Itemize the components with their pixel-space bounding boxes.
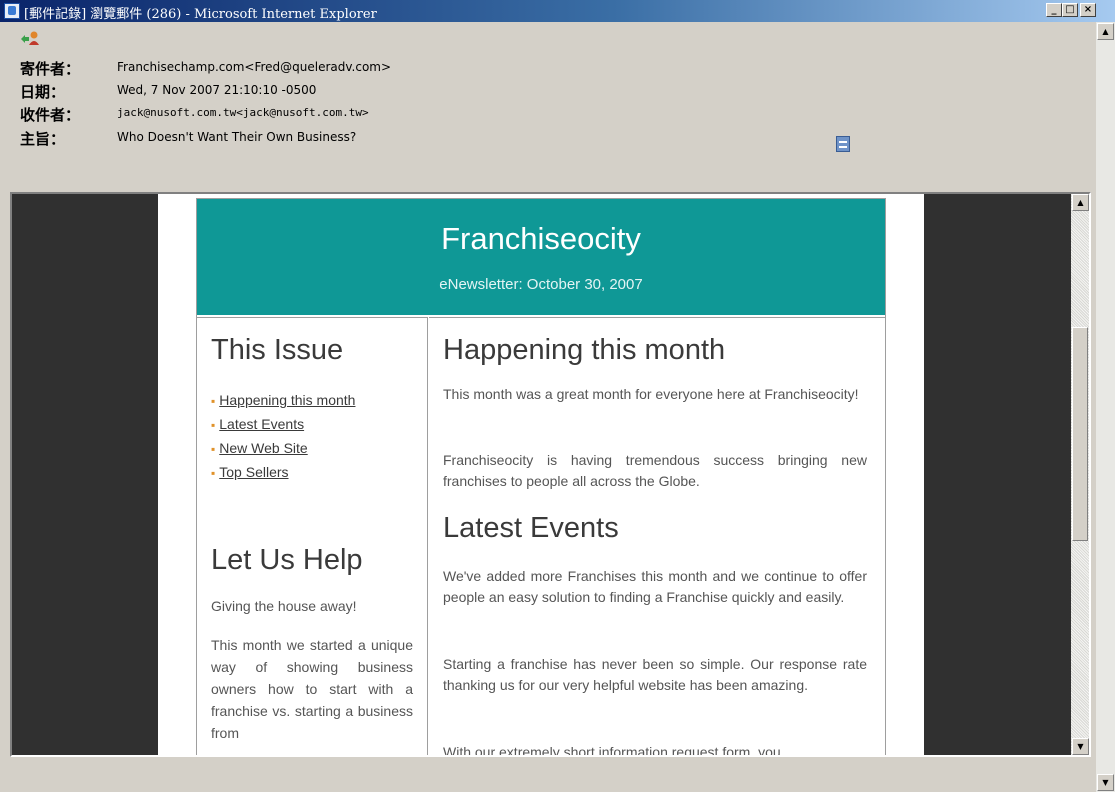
window-scroll-down-button[interactable]: ▼	[1097, 774, 1114, 791]
help-subtitle: Giving the house away!	[211, 598, 357, 614]
issue-link-happening[interactable]: ▪ Happening this month	[211, 392, 355, 408]
this-issue-heading: This Issue	[211, 334, 344, 366]
title-bar[interactable]: [郵件記錄] 瀏覽郵件 (286) - Microsoft Internet E…	[0, 0, 1115, 22]
to-label: 收件者：	[20, 106, 81, 124]
ie-window: [郵件記錄] 瀏覽郵件 (286) - Microsoft Internet E…	[0, 0, 1115, 792]
ie-page-icon	[4, 3, 20, 19]
events-paragraph-3: With our extremely short information req…	[443, 744, 781, 757]
newsletter-banner: Franchiseocity eNewsletter: October 30, …	[197, 199, 885, 315]
happening-paragraph-2: Franchiseocity is having tremendous succ…	[443, 452, 867, 489]
maximize-button[interactable]: □	[1062, 3, 1078, 17]
status-area	[0, 757, 1096, 792]
newsletter: Franchiseocity eNewsletter: October 30, …	[196, 198, 886, 757]
from-label: 寄件者：	[20, 60, 81, 78]
happening-heading: Happening this month	[443, 334, 726, 366]
contact-icon[interactable]	[20, 30, 40, 46]
newsletter-date: eNewsletter: October 30, 2007	[439, 276, 643, 293]
from-value: Franchisechamp.com<Fred@queleradv.com>	[117, 60, 392, 74]
expand-header-icon[interactable]	[836, 136, 850, 152]
issue-link-latest-events[interactable]: ▪ Latest Events	[211, 416, 304, 432]
window-scrollbar[interactable]: ▲ ▼	[1096, 22, 1115, 792]
scroll-up-button[interactable]: ▲	[1072, 194, 1089, 211]
minimize-button[interactable]: _	[1046, 3, 1062, 17]
latest-events-heading: Latest Events	[443, 512, 619, 544]
date-label: 日期：	[20, 83, 66, 101]
newsletter-title: Franchiseocity	[441, 221, 641, 256]
window-title: [郵件記錄] 瀏覽郵件 (286) - Microsoft Internet E…	[24, 7, 377, 22]
bullet-icon: ▪	[211, 394, 216, 408]
subject-value: Who Doesn't Want Their Own Business?	[117, 130, 357, 144]
right-column: Happening this month This month was a gr…	[429, 317, 885, 757]
help-body: This month we started a unique way of sh…	[211, 637, 413, 741]
subject-label: 主旨：	[20, 130, 66, 148]
scroll-down-button[interactable]: ▼	[1072, 738, 1089, 755]
let-us-help-heading: Let Us Help	[211, 544, 363, 576]
events-paragraph-1: We've added more Franchises this month a…	[443, 568, 867, 605]
window-scroll-up-button[interactable]: ▲	[1097, 23, 1114, 40]
bullet-icon: ▪	[211, 442, 216, 456]
issue-link-new-web-site[interactable]: ▪ New Web Site	[211, 440, 308, 456]
bullet-icon: ▪	[211, 466, 216, 480]
left-column: This Issue ▪ Happening this month ▪ Latest…	[197, 317, 428, 755]
happening-paragraph-1: This month was a great month for everyon…	[443, 386, 859, 402]
issue-link-top-sellers[interactable]: ▪ Top Sellers	[211, 464, 289, 480]
to-value: jack@nusoft.com.tw<jack@nusoft.com.tw>	[117, 106, 369, 119]
date-value: Wed, 7 Nov 2007 21:10:10 -0500	[117, 83, 317, 97]
close-button[interactable]: ×	[1080, 3, 1096, 17]
message-scrollbar[interactable]: ▲ ▼	[1071, 194, 1089, 755]
scroll-thumb[interactable]	[1072, 327, 1088, 541]
bullet-icon: ▪	[211, 418, 216, 432]
events-paragraph-2: Starting a franchise has never been so s…	[443, 656, 867, 693]
message-body: Franchiseocity eNewsletter: October 30, …	[12, 194, 1071, 755]
message-body-frame: Franchiseocity eNewsletter: October 30, …	[10, 192, 1091, 757]
